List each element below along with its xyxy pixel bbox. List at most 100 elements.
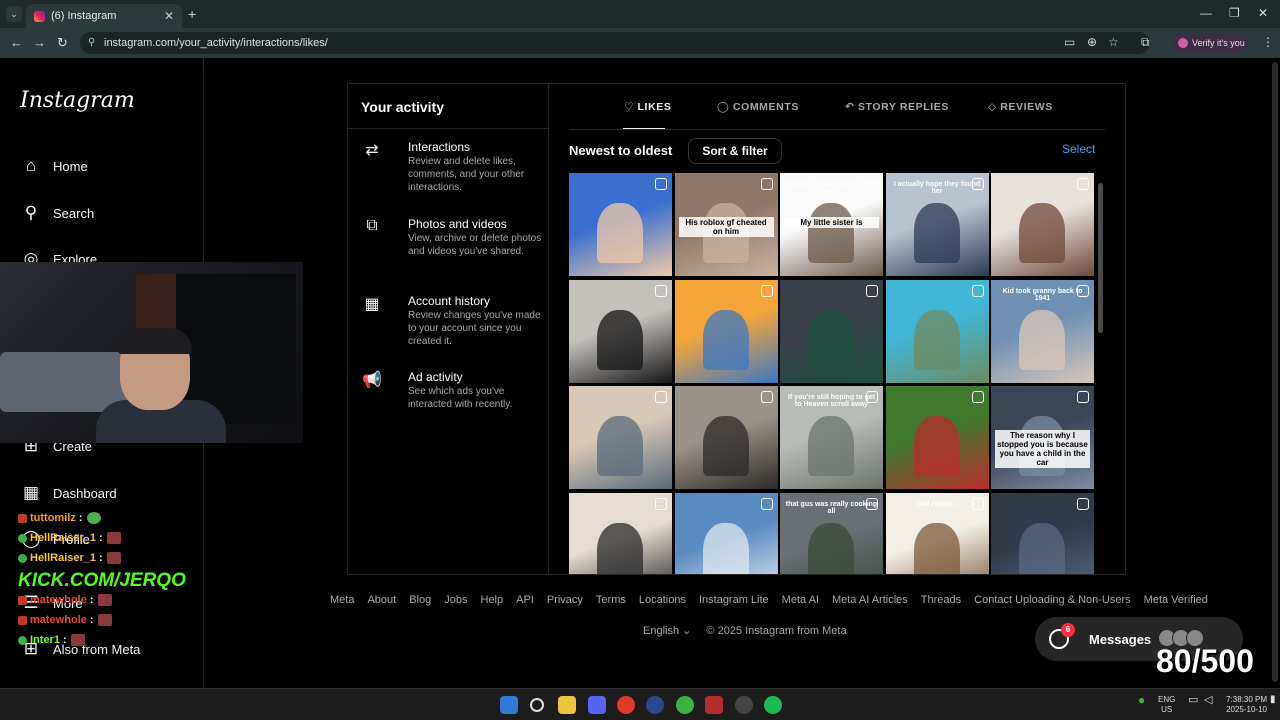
footer-link[interactable]: Instagram Lite: [699, 594, 769, 606]
tab-likes[interactable]: ♡ LIKES: [624, 101, 671, 113]
chat-line: matewhole :: [18, 610, 208, 630]
spotify-icon[interactable]: [764, 696, 782, 714]
zoom-icon[interactable]: ⊕: [1087, 35, 1097, 49]
activity-item-ad-activity[interactable]: 📢 Ad activity See which ads you've inter…: [361, 370, 541, 420]
footer-link[interactable]: Meta AI Articles: [832, 594, 908, 606]
grid-scrollbar[interactable]: [1097, 173, 1105, 574]
reel-icon: [760, 497, 773, 510]
grid-scroll-thumb[interactable]: [1098, 183, 1103, 333]
activity-item-photos[interactable]: ⧉ Photos and videos View, archive or del…: [361, 217, 541, 277]
footer-link[interactable]: Terms: [596, 594, 626, 606]
footer-link[interactable]: Locations: [639, 594, 686, 606]
close-tab-icon[interactable]: ✕: [164, 9, 174, 23]
liked-post-thumbnail[interactable]: [885, 279, 989, 383]
volume-icon[interactable]: ◁: [1204, 695, 1212, 706]
close-window-icon[interactable]: ✕: [1258, 6, 1268, 20]
app-icon[interactable]: [646, 696, 664, 714]
footer-link[interactable]: Help: [481, 594, 504, 606]
language-indicator[interactable]: ENG US: [1158, 695, 1175, 715]
reel-icon: [655, 391, 667, 403]
chrome-icon[interactable]: [617, 696, 635, 714]
back-icon[interactable]: ←: [10, 35, 23, 50]
liked-post-thumbnail[interactable]: [780, 279, 883, 383]
discord-icon[interactable]: [588, 696, 606, 714]
stream-goal-counter: 80/500: [1156, 643, 1254, 679]
footer-link[interactable]: About: [367, 594, 396, 606]
liked-post-thumbnail[interactable]: The reason why I stopped you is because …: [991, 386, 1094, 489]
liked-post-thumbnail[interactable]: that gus was really cooking all: [780, 492, 883, 574]
liked-post-thumbnail[interactable]: [674, 492, 778, 574]
liked-post-thumbnail[interactable]: [569, 492, 672, 574]
restore-icon[interactable]: ❐: [1229, 6, 1240, 20]
sort-filter-button[interactable]: Sort & filter: [688, 138, 782, 164]
clock[interactable]: 7:38:30 PM 2025-10-10: [1223, 695, 1267, 715]
home-icon: ⌂: [25, 156, 37, 175]
activity-item-account-history[interactable]: ▦ Account history Review changes you've …: [361, 294, 541, 354]
liked-post-thumbnail[interactable]: His roblox gf cheated on him: [674, 173, 778, 276]
liked-post-thumbnail[interactable]: [991, 492, 1094, 574]
footer-link[interactable]: Meta: [330, 594, 354, 606]
bookmark-star-icon[interactable]: ☆: [1108, 35, 1119, 49]
browser-menu-icon[interactable]: ⋮: [1262, 35, 1274, 49]
clock-date: 2025-10-10: [1226, 705, 1267, 714]
verify-profile-button[interactable]: Verify it's you: [1172, 33, 1248, 53]
chrome-active-icon[interactable]: [676, 696, 694, 714]
new-tab-icon[interactable]: +: [188, 6, 196, 22]
activity-item-interactions[interactable]: ⇄ Interactions Review and delete likes, …: [361, 140, 541, 200]
select-button[interactable]: Select: [1062, 142, 1095, 156]
footer-link[interactable]: API: [516, 594, 534, 606]
nav-search-label: Search: [53, 205, 95, 221]
site-info-icon[interactable]: ⚲: [88, 32, 95, 54]
footer-link[interactable]: Threads: [921, 594, 961, 606]
footer-link[interactable]: Meta Verified: [1144, 594, 1208, 606]
nav-search[interactable]: ⚲ Search: [20, 202, 94, 224]
tab-comments[interactable]: ◯ COMMENTS: [717, 101, 799, 113]
footer-link[interactable]: Jobs: [444, 594, 467, 606]
page-scrollbar[interactable]: [1270, 58, 1280, 688]
forward-icon[interactable]: →: [33, 35, 46, 50]
liked-post-thumbnail[interactable]: Sad reality...: [885, 492, 989, 574]
footer-link[interactable]: Meta AI: [782, 594, 819, 606]
liked-post-thumbnail[interactable]: big sis introducing her little sister My …: [780, 173, 883, 276]
instagram-logo[interactable]: Instagram: [20, 88, 135, 113]
recorder-icon[interactable]: [705, 696, 723, 714]
cast-icon[interactable]: ▭: [1064, 35, 1075, 49]
footer-bottom: English ⌄ © 2025 Instagram from Meta: [643, 624, 847, 637]
liked-post-thumbnail[interactable]: If you're still hoping to get to Heaven …: [780, 386, 883, 489]
liked-post-thumbnail[interactable]: [674, 279, 778, 383]
liked-post-thumbnail[interactable]: Kid took granny back to 1941: [991, 279, 1094, 383]
minimize-icon[interactable]: —: [1200, 6, 1212, 20]
obs-icon[interactable]: [735, 696, 753, 714]
liked-post-thumbnail[interactable]: [991, 173, 1094, 276]
tab-reviews[interactable]: ◇ REVIEWS: [988, 101, 1053, 113]
start-icon[interactable]: [500, 696, 518, 714]
file-explorer-icon[interactable]: [558, 696, 576, 714]
reload-icon[interactable]: ↻: [57, 35, 68, 51]
liked-post-thumbnail[interactable]: [569, 386, 672, 489]
browser-tab[interactable]: (6) Instagram ✕: [26, 4, 182, 28]
search-icon[interactable]: [530, 698, 544, 712]
tab-search-icon[interactable]: ⌄: [6, 6, 22, 22]
liked-post-thumbnail[interactable]: [569, 279, 672, 383]
network-icon[interactable]: ▭: [1188, 695, 1198, 706]
liked-post-thumbnail[interactable]: I actually hope they found her: [885, 173, 989, 276]
liked-post-thumbnail[interactable]: [674, 386, 778, 489]
thumbnail-subject: [808, 522, 854, 574]
chat-line: tuttomilz :: [18, 508, 208, 528]
liked-post-thumbnail[interactable]: [885, 386, 989, 489]
page-scroll-thumb[interactable]: [1272, 62, 1278, 682]
lang-top: ENG: [1158, 695, 1176, 704]
notifications-icon[interactable]: ▮: [1270, 695, 1276, 705]
chat-emote-icon: [70, 634, 85, 646]
microphone-icon[interactable]: ●: [1138, 694, 1145, 706]
liked-post-thumbnail[interactable]: [569, 173, 672, 276]
footer-link[interactable]: Contact Uploading & Non-Users: [974, 594, 1131, 606]
extensions-icon[interactable]: ⧉: [1141, 35, 1150, 50]
footer-link[interactable]: Blog: [409, 594, 431, 606]
tab-story-replies[interactable]: ↶ STORY REPLIES: [845, 101, 949, 113]
language-select[interactable]: English ⌄: [643, 625, 691, 637]
footer-link[interactable]: Privacy: [547, 594, 583, 606]
nav-home[interactable]: ⌂ Home: [20, 155, 88, 177]
thumbnail-top-caption: Sad reality...: [916, 500, 958, 508]
url-input[interactable]: ⚲ instagram.com/your_activity/interactio…: [80, 32, 1150, 54]
